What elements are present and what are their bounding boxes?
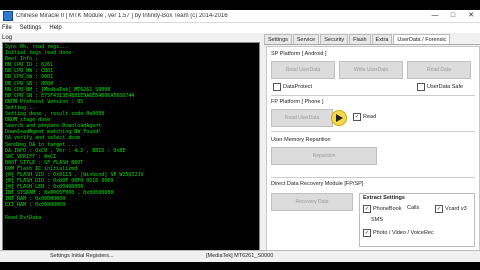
- check-icon[interactable]: ✓: [363, 229, 371, 237]
- recovery-data-button[interactable]: Recovery Data: [271, 193, 353, 211]
- tab-flash[interactable]: Flash: [349, 34, 371, 44]
- divider: [271, 95, 475, 96]
- tab-bar: Settings Service Security Flash Extra Us…: [264, 34, 480, 45]
- divider: [271, 131, 475, 132]
- dataprotect-checkbox[interactable]: DataProtect: [273, 83, 312, 91]
- sp-read-data-button[interactable]: Read Data: [407, 61, 471, 79]
- checkbox-box[interactable]: [417, 83, 425, 91]
- divider: [271, 177, 475, 178]
- menu-settings[interactable]: Settings: [20, 25, 42, 31]
- log-line: Read ExtData: [5, 214, 42, 221]
- log-label: Log: [2, 35, 13, 41]
- checkbox-box[interactable]: [273, 83, 281, 91]
- direct-recovery-title: Direct Data Recovery Module [FP/SP]: [271, 181, 364, 187]
- tool-panel: Settings Service Security Flash Extra Us…: [264, 34, 480, 262]
- reparition-button[interactable]: Reparition: [271, 147, 377, 165]
- app-window: Chinese Miracle II [ MTK Module , ver 1.…: [0, 10, 480, 262]
- extract-settings-title: Extract Settings: [363, 195, 405, 201]
- log-output[interactable]: Sync Ok, read regs... Initial regs read d…: [2, 42, 260, 255]
- maximize-icon[interactable]: □: [444, 10, 462, 22]
- tab-userdata-forensic[interactable]: UserData / Forensic: [393, 34, 451, 44]
- vcard-label: Vcard v3: [445, 206, 467, 212]
- window-title: Chinese Miracle II [ MTK Module , ver 1.…: [16, 13, 228, 19]
- read-label: Read: [363, 114, 377, 120]
- status-text: Settings Initial Registers...: [50, 253, 114, 259]
- calls-label: Calls: [407, 205, 420, 211]
- user-memory-title: User Memory Reparition: [271, 137, 331, 143]
- close-icon[interactable]: ✕: [462, 10, 480, 22]
- title-bar: Chinese Miracle II [ MTK Module , ver 1.…: [0, 10, 480, 23]
- tab-service[interactable]: Service: [292, 34, 320, 44]
- app-icon: [3, 11, 13, 21]
- check-icon[interactable]: ✓: [353, 113, 361, 121]
- log-panel: Log Sync Ok, read regs... Initial regs re…: [0, 34, 262, 262]
- status-bar: Settings Initial Registers... [MediaTek]…: [0, 250, 480, 262]
- userdata-safe-label: UserData Safe: [427, 84, 464, 90]
- tab-security[interactable]: Security: [320, 34, 349, 44]
- read-checkbox[interactable]: ✓ Read: [353, 113, 376, 121]
- device-status: [MediaTek] MT6261_S0000: [206, 253, 274, 259]
- check-icon[interactable]: ✓: [435, 205, 443, 213]
- userdata-safe-checkbox[interactable]: UserData Safe: [417, 83, 463, 91]
- tab-extra[interactable]: Extra: [371, 34, 393, 44]
- sms-label: SMS: [371, 217, 383, 223]
- sp-write-userdata-button[interactable]: Write UserData: [339, 61, 403, 79]
- menu-file[interactable]: File: [2, 25, 12, 31]
- phonebook-label: PhoneBook: [373, 206, 402, 212]
- cursor-arrow-icon: [331, 110, 347, 126]
- userdata-panel: SP Platform [ Android ] Read UserData Wr…: [266, 46, 480, 262]
- sp-platform-title: SP Platform [ Android ]: [271, 51, 327, 57]
- photo-video-checkbox[interactable]: ✓ Photo / Video / VoiceRec: [363, 229, 434, 237]
- sms-checkbox[interactable]: SMS: [371, 217, 383, 223]
- fp-platform-title: FP Platform [ Phone ]: [271, 99, 324, 105]
- menu-bar: File Settings Help: [0, 23, 480, 33]
- photo-video-label: Photo / Video / VoiceRec: [373, 230, 434, 236]
- sp-read-userdata-button[interactable]: Read UserData: [271, 61, 335, 79]
- vcard-checkbox[interactable]: ✓ Vcard v3: [435, 205, 467, 213]
- phonebook-checkbox[interactable]: ✓ PhoneBook: [363, 205, 401, 213]
- dataprotect-label: DataProtect: [283, 84, 313, 90]
- check-icon[interactable]: ✓: [363, 205, 371, 213]
- calls-checkbox[interactable]: Calls: [407, 205, 419, 211]
- minimize-icon[interactable]: —: [426, 10, 444, 22]
- fp-read-userdata-button[interactable]: Read UserData: [271, 109, 333, 127]
- tab-settings[interactable]: Settings: [264, 34, 292, 44]
- menu-help[interactable]: Help: [49, 25, 61, 31]
